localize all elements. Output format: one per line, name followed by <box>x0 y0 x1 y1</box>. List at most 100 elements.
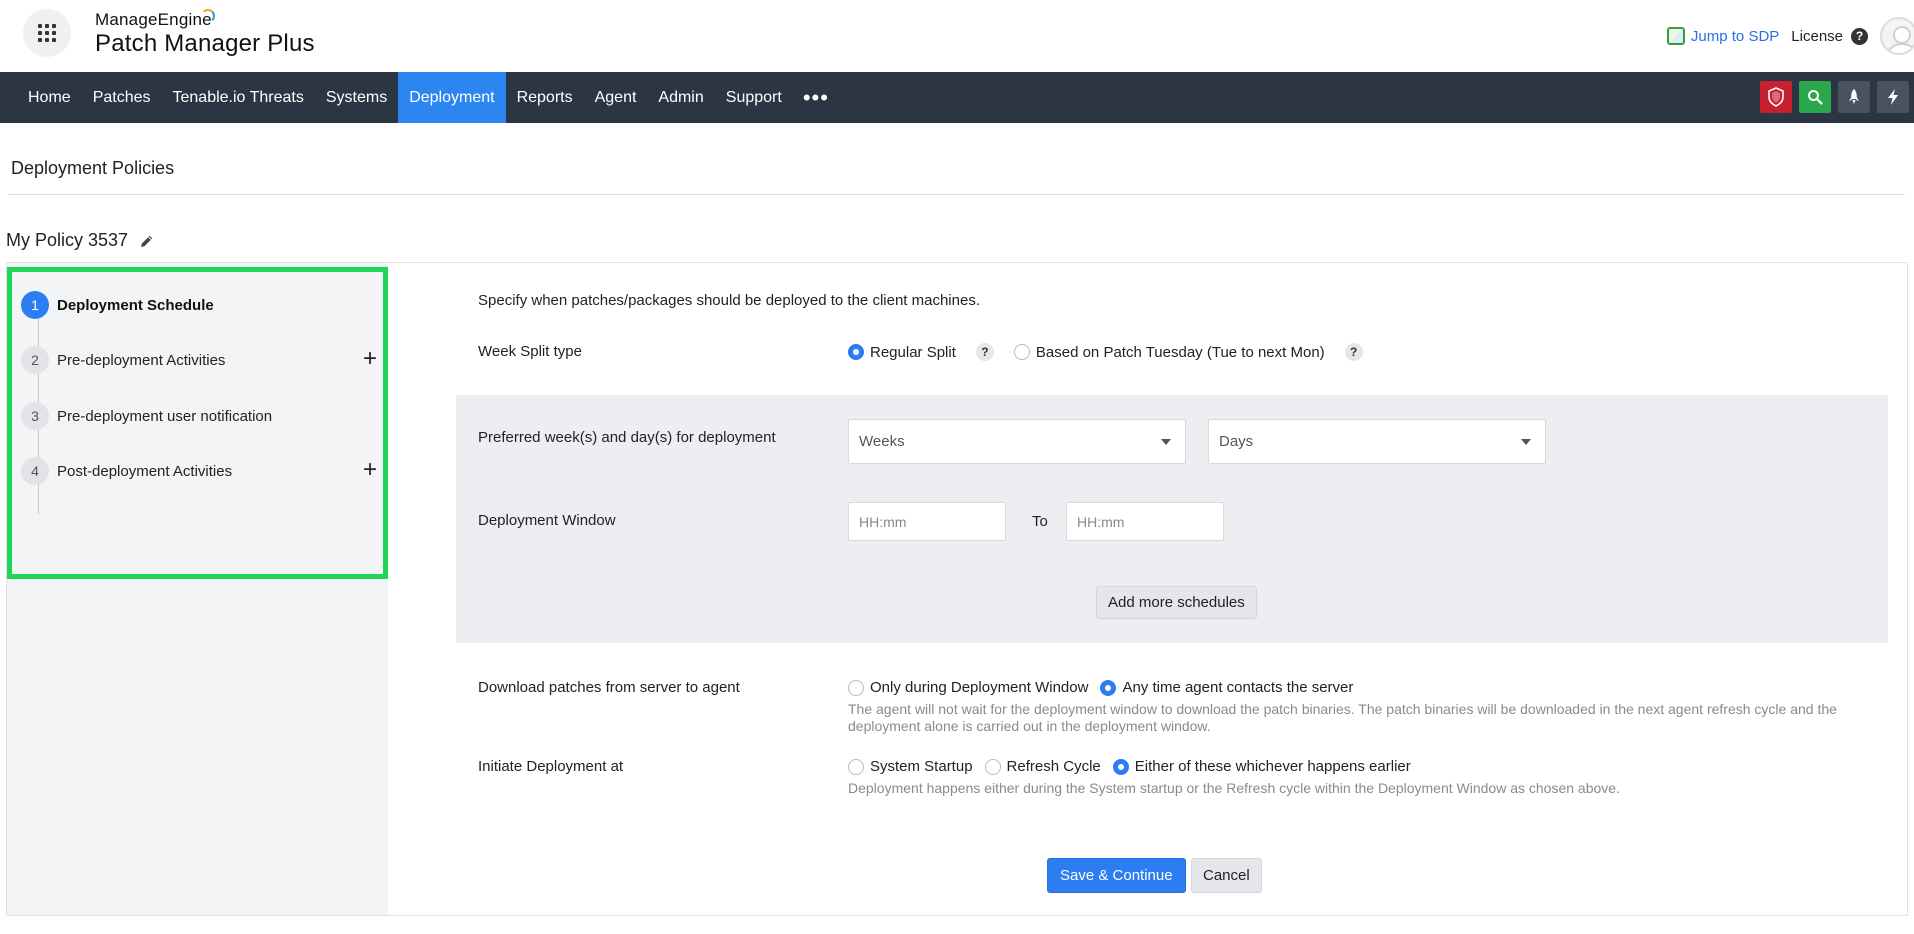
radio-any-time-indicator[interactable] <box>1100 679 1117 696</box>
radio-only-during-window-indicator[interactable] <box>848 679 864 696</box>
initiate-label: Initiate Deployment at <box>478 758 624 775</box>
security-shield-button[interactable] <box>1760 81 1792 113</box>
chevron-down-icon <box>1161 439 1171 445</box>
radio-system-startup[interactable]: System Startup <box>848 758 973 775</box>
policy-editor-panel: 1 Deployment Schedule 2 Pre-deployment Acti… <box>6 262 1908 916</box>
deployment-window-label: Deployment Window <box>478 512 616 529</box>
cancel-button[interactable]: Cancel <box>1191 858 1262 893</box>
steps-highlight-box: 1 Deployment Schedule 2 Pre-deployment Acti… <box>7 267 388 579</box>
jump-to-sdp-label: Jump to SDP <box>1690 27 1780 45</box>
step-item-2[interactable]: 2 Pre-deployment Activities + <box>21 345 381 375</box>
step-label: Post-deployment Activities <box>57 462 233 480</box>
license-link[interactable]: License <box>1791 28 1843 45</box>
step-number: 3 <box>21 402 49 430</box>
quick-actions-button[interactable] <box>1877 81 1909 113</box>
save-continue-button[interactable]: Save & Continue <box>1047 858 1186 893</box>
radio-only-during-window[interactable]: Only during Deployment Window <box>848 679 1088 696</box>
steps-sidebar: 1 Deployment Schedule 2 Pre-deployment Acti… <box>7 263 388 915</box>
step-label: Pre-deployment Activities <box>57 351 226 369</box>
radio-regular-split[interactable]: Regular Split <box>848 344 956 361</box>
schedule-config-box: Preferred week(s) and day(s) for deploym… <box>456 395 1888 643</box>
days-select[interactable]: Days <box>1208 419 1546 464</box>
radio-patch-tuesday-indicator[interactable] <box>1013 344 1030 360</box>
main-navbar: Home Patches Tenable.io Threats Systems Depl… <box>0 72 1914 123</box>
policy-name: My Policy 3537 <box>6 230 129 250</box>
jump-to-sdp-link[interactable]: Jump to SDP <box>1666 27 1780 45</box>
window-start-input[interactable] <box>848 502 1006 541</box>
radio-any-time[interactable]: Any time agent contacts the server <box>1100 679 1353 696</box>
add-more-schedules-button[interactable]: Add more schedules <box>1096 586 1257 619</box>
nav-menu: Home Patches Tenable.io Threats Systems Depl… <box>0 72 793 123</box>
radio-only-during-window-label: Only during Deployment Window <box>870 679 1089 696</box>
radio-regular-split-label: Regular Split <box>870 343 956 361</box>
step-item-3[interactable]: 3 Pre-deployment user notification <box>21 401 381 431</box>
radio-refresh-cycle-indicator[interactable] <box>984 758 1001 775</box>
patch-tuesday-help-icon[interactable]: ? <box>1344 343 1363 361</box>
radio-system-startup-indicator[interactable] <box>848 758 864 775</box>
pencil-icon <box>141 235 153 247</box>
schedule-form: Specify when patches/packages should be … <box>388 263 1907 915</box>
expand-plus-icon[interactable]: + <box>363 458 377 482</box>
nav-item-admin[interactable]: Admin <box>647 72 714 123</box>
app-launcher-button[interactable] <box>23 9 71 57</box>
preferred-label: Preferred week(s) and day(s) for deploym… <box>478 429 776 446</box>
nav-item-agent[interactable]: Agent <box>584 72 648 123</box>
page-title: Deployment Policies <box>11 158 175 178</box>
expand-plus-icon[interactable]: + <box>363 347 377 371</box>
window-end-input[interactable] <box>1066 502 1224 541</box>
step-label: Pre-deployment user notification <box>57 407 273 425</box>
week-split-label: Week Split type <box>478 343 582 360</box>
nav-item-reports[interactable]: Reports <box>506 72 584 123</box>
search-icon <box>1808 90 1823 105</box>
quick-launch-button[interactable] <box>1838 81 1870 113</box>
edit-policy-name-button[interactable] <box>140 234 154 248</box>
lightning-icon <box>1888 89 1898 105</box>
global-search-button[interactable] <box>1799 81 1831 113</box>
user-avatar[interactable] <box>1880 17 1914 55</box>
nav-item-tenable-io-threats[interactable]: Tenable.io Threats <box>162 72 315 123</box>
week-split-options: Regular Split ? Based on Patch Tuesday (… <box>848 343 1393 361</box>
product-name: Patch Manager Plus <box>95 30 315 57</box>
top-header: ManageEngine Patch Manager Plus Jump to … <box>0 0 1914 72</box>
radio-refresh-cycle[interactable]: Refresh Cycle <box>984 758 1101 775</box>
radio-either-earlier-indicator[interactable] <box>1112 758 1129 775</box>
step-number: 1 <box>21 291 49 319</box>
nav-item-home[interactable]: Home <box>17 72 82 123</box>
nav-item-support[interactable]: Support <box>715 72 793 123</box>
more-menu-button[interactable]: ••• <box>793 72 839 123</box>
brand-swirl-icon <box>201 9 215 23</box>
form-intro: Specify when patches/packages should be … <box>478 292 980 309</box>
step-item-1[interactable]: 1 Deployment Schedule <box>21 290 381 320</box>
step-item-4[interactable]: 4 Post-deployment Activities + <box>21 456 381 486</box>
header-actions: Jump to SDP License ? <box>1666 0 1914 72</box>
product-logo[interactable]: ManageEngine Patch Manager Plus <box>95 9 315 58</box>
step-label: Deployment Schedule <box>57 296 214 314</box>
radio-refresh-cycle-label: Refresh Cycle <box>1006 758 1101 775</box>
help-icon[interactable]: ? <box>1851 27 1868 45</box>
radio-either-earlier[interactable]: Either of these whichever happens earlie… <box>1112 758 1411 775</box>
nav-item-patches[interactable]: Patches <box>82 72 162 123</box>
window-to-label: To <box>1032 513 1048 530</box>
title-divider <box>8 194 1905 195</box>
rocket-icon <box>1849 89 1859 104</box>
radio-either-earlier-label: Either of these whichever happens earlie… <box>1134 758 1411 775</box>
regular-split-help-icon[interactable]: ? <box>975 343 994 361</box>
radio-patch-tuesday[interactable]: Based on Patch Tuesday (Tue to next Mon) <box>1013 343 1325 361</box>
download-hint: The agent will not wait for the deployme… <box>848 701 1837 734</box>
initiate-options: System Startup Refresh Cycle Either of t… <box>848 758 1423 775</box>
download-options: Only during Deployment Window Any time a… <box>848 679 1365 696</box>
weeks-select[interactable]: Weeks <box>848 419 1186 464</box>
sdp-icon <box>1666 27 1685 45</box>
chevron-down-icon <box>1521 439 1531 445</box>
radio-system-startup-label: System Startup <box>870 758 973 775</box>
download-label: Download patches from server to agent <box>478 679 740 696</box>
radio-patch-tuesday-label: Based on Patch Tuesday (Tue to next Mon) <box>1035 343 1325 361</box>
step-number: 2 <box>21 346 49 374</box>
radio-any-time-label: Any time agent contacts the server <box>1122 679 1354 696</box>
radio-regular-split-indicator[interactable] <box>848 344 864 360</box>
grid-icon <box>38 24 56 42</box>
days-select-value: Days <box>1219 433 1254 450</box>
nav-item-deployment[interactable]: Deployment <box>398 72 506 123</box>
nav-item-systems[interactable]: Systems <box>315 72 398 123</box>
step-number: 4 <box>21 457 49 485</box>
